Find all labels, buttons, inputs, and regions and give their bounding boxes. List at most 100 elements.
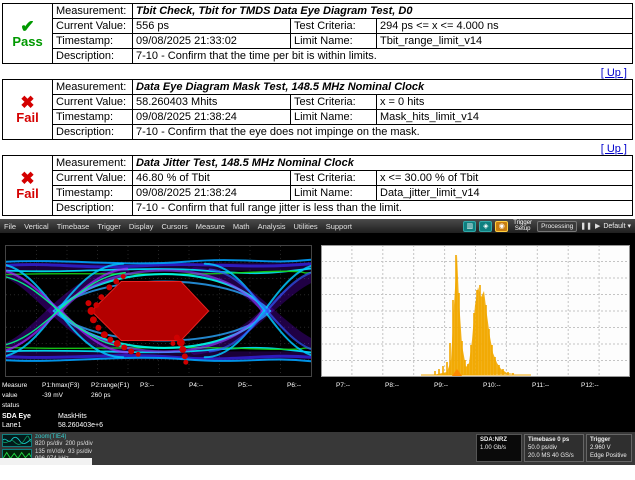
cross-icon: ✖ xyxy=(20,169,35,188)
description-label: Description: xyxy=(52,124,133,140)
zoom2-scale-2: 93 ps/div xyxy=(68,449,93,455)
measure-column-header[interactable]: P5:-- xyxy=(238,382,287,389)
sda-maskhits-value: 58.260403e+6 xyxy=(58,422,103,429)
measure-table: Measure P1:hmax(F3) P2:range(F1) P3:-- P4:-… xyxy=(2,380,635,410)
zoom-thumbnail-1[interactable] xyxy=(2,434,32,447)
sda-lane: Lane1 xyxy=(2,422,22,429)
sda-summary: SDA Eye MaskHits Lane1 58.260403e+6 xyxy=(2,412,198,430)
menu-item[interactable]: Support xyxy=(322,222,356,231)
menu-item[interactable]: Cursors xyxy=(157,222,191,231)
up-link[interactable]: [ Up ] xyxy=(601,143,627,155)
measurement-title: Tbit Check, Tbit for TMDS Data Eye Diagr… xyxy=(132,3,633,19)
menu-item[interactable]: Vertical xyxy=(20,222,53,231)
limit-name: Mask_hits_limit_v14 xyxy=(376,109,633,125)
measure-value: -39 mV xyxy=(42,391,63,399)
test-result-block-2: ✖ Fail Measurement: Data Eye Diagram Mas… xyxy=(2,79,633,140)
zoom1-scale-2: 200 ps/div xyxy=(65,440,93,447)
current-value-label: Current Value: xyxy=(52,170,133,186)
measurement-label: Measurement: xyxy=(52,79,133,95)
measure-column-header[interactable]: P12:-- xyxy=(581,382,630,389)
menu-item[interactable]: Timebase xyxy=(53,222,94,231)
current-value-label: Current Value: xyxy=(52,94,133,110)
test-result-block-3: ✖ Fail Measurement: Data Jitter Test, 14… xyxy=(2,155,633,216)
menu-list: File Vertical Timebase Trigger Display Cursor… xyxy=(0,222,356,231)
description-label: Description: xyxy=(52,200,133,216)
menu-item[interactable]: Math xyxy=(229,222,254,231)
default-dropdown[interactable]: Default ▾ xyxy=(603,222,631,230)
timebase-samples: 20.0 MS 40 GS/s xyxy=(528,453,574,460)
measure-value-row: value -39 mV 260 ps xyxy=(2,390,635,400)
grid-icon[interactable]: ▥ xyxy=(463,220,477,232)
sda-column-header: MaskHits xyxy=(58,413,87,420)
menu-item[interactable]: Analysis xyxy=(254,222,290,231)
test-report: ✔ Pass Measurement: Tbit Check, Tbit for… xyxy=(0,0,635,216)
measure-value xyxy=(287,392,336,399)
measurement-label: Measurement: xyxy=(52,3,133,19)
measure-column-header[interactable]: P1:hmax(F3) xyxy=(42,382,91,389)
measure-status-row: status xyxy=(2,400,635,410)
test-criteria-label: Test Criteria: xyxy=(290,170,377,186)
limit-name: Data_jitter_limit_v14 xyxy=(376,185,633,201)
measure-value xyxy=(434,392,483,399)
menu-item[interactable]: File xyxy=(0,222,20,231)
waveform-icon[interactable]: ◈ xyxy=(479,220,493,232)
current-value: 46.80 % of Tbit xyxy=(132,170,291,186)
trigger-box[interactable]: Trigger 2.960 V Edge Positive xyxy=(586,434,632,462)
value-row-label: value xyxy=(2,391,18,399)
test-criteria-label: Test Criteria: xyxy=(290,18,377,34)
timestamp: 09/08/2025 21:38:24 xyxy=(132,109,291,125)
timebase-label: Timebase 0 ps xyxy=(528,437,570,443)
eye-diagram-panel xyxy=(5,245,312,377)
menu-item[interactable]: Measure xyxy=(192,222,229,231)
measure-value: 260 ps xyxy=(91,391,111,399)
sda-title: SDA Eye xyxy=(2,413,31,420)
limit-name-label: Limit Name: xyxy=(290,185,377,201)
up-link[interactable]: [ Up ] xyxy=(601,67,627,79)
sda-nrz-box[interactable]: SDA:NRZ 1.00 Gb/s xyxy=(476,434,522,462)
trigger-slope: Edge Positive xyxy=(590,453,627,460)
status-cell: ✖ Fail xyxy=(2,155,53,216)
measure-value xyxy=(532,392,581,399)
status-label: Fail xyxy=(16,110,39,125)
timestamp-label: Timestamp: xyxy=(52,185,133,201)
description: 7-10 - Confirm that the time per bit is … xyxy=(132,48,633,64)
current-value: 58.260403 Mhits xyxy=(132,94,291,110)
processing-button[interactable]: Processing xyxy=(537,220,578,232)
sda-nrz-label: SDA:NRZ xyxy=(480,437,507,443)
current-value-label: Current Value: xyxy=(52,18,133,34)
measurement-label: Measurement: xyxy=(52,155,133,171)
limit-name: Tbit_range_limit_v14 xyxy=(376,33,633,49)
play-icon[interactable]: ▶ xyxy=(595,222,600,230)
up-link-row: [ Up ] xyxy=(0,64,635,79)
sda-nrz-rate: 1.00 Gb/s xyxy=(480,445,507,452)
description: 7-10 - Confirm that full range jitter is… xyxy=(132,200,633,216)
test-criteria: x <= 30.00 % of Tbit xyxy=(376,170,633,186)
measure-column-header[interactable]: P9:-- xyxy=(434,382,483,389)
menu-item[interactable]: Utilities xyxy=(290,222,322,231)
menu-item[interactable]: Trigger xyxy=(93,222,124,231)
trigger-setup-button[interactable]: Trigger Setup xyxy=(511,220,534,232)
measure-header-row: Measure P1:hmax(F3) P2:range(F1) P3:-- P4:-… xyxy=(2,380,635,390)
measure-column-header[interactable]: P8:-- xyxy=(385,382,434,389)
measure-column-header[interactable]: P6:-- xyxy=(287,382,336,389)
measure-column-header[interactable]: P3:-- xyxy=(140,382,189,389)
menu-item[interactable]: Display xyxy=(125,222,158,231)
camera-icon[interactable]: ◉ xyxy=(495,220,509,232)
status-label: Pass xyxy=(12,34,43,49)
scope-toolbar: ▥ ◈ ◉ Trigger Setup Processing ❚❚ ▶ Defa… xyxy=(463,220,635,232)
measure-column-header[interactable]: P4:-- xyxy=(189,382,238,389)
message-strip xyxy=(0,458,92,465)
measure-value xyxy=(581,392,630,399)
jitter-histogram-panel xyxy=(321,245,630,377)
current-value: 556 ps xyxy=(132,18,291,34)
pause-icon[interactable]: ❚❚ xyxy=(580,222,592,230)
timebase-box[interactable]: Timebase 0 ps 50.0 ps/div 20.0 MS 40 GS/… xyxy=(524,434,584,462)
measure-column-header[interactable]: P11:-- xyxy=(532,382,581,389)
zoom2-scale-1: 135 mV/div xyxy=(35,449,66,455)
measure-column-header[interactable]: P2:range(F1) xyxy=(91,382,140,389)
measure-column-header[interactable]: P7:-- xyxy=(336,382,385,389)
timestamp-label: Timestamp: xyxy=(52,109,133,125)
zoom-descriptor-1[interactable]: zoom(TIE4) 820 ps/div 200 ps/div xyxy=(2,434,93,448)
test-criteria-label: Test Criteria: xyxy=(290,94,377,110)
measure-column-header[interactable]: P10:-- xyxy=(483,382,532,389)
